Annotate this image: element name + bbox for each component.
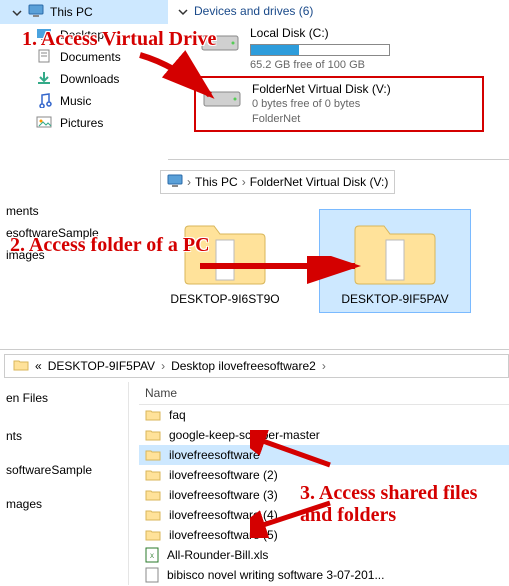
drive-v-title: FolderNet Virtual Disk (V:) — [252, 82, 391, 98]
column-header-name[interactable]: Name — [139, 382, 509, 405]
pc-icon — [167, 173, 183, 192]
folder-icon — [145, 448, 161, 462]
breadcrumb-overflow[interactable]: « — [35, 359, 42, 373]
nav-music[interactable]: Music — [0, 90, 168, 112]
sidebar-fragment[interactable]: mages — [0, 492, 128, 516]
drives-pane: Devices and drives (6) Local Disk (C:) 6… — [170, 0, 509, 160]
folder-icon — [145, 408, 161, 422]
drive-v-text: FolderNet Virtual Disk (V:) 0 bytes free… — [252, 82, 391, 126]
panel-bottom: « DESKTOP-9IF5PAV › Desktop ilovefreesof… — [0, 350, 509, 586]
list-item[interactable]: faq — [139, 405, 509, 425]
pictures-icon — [36, 114, 52, 133]
folder-label: DESKTOP-9IF5PAV — [320, 292, 470, 312]
chevron-down-icon — [178, 6, 188, 16]
folder-icon — [145, 528, 161, 542]
nav-pictures-label: Pictures — [60, 116, 103, 130]
nav-music-label: Music — [60, 94, 91, 108]
sidebar-fragment[interactable]: ments — [0, 200, 120, 222]
drive-c-sub: 65.2 GB free of 100 GB — [250, 58, 390, 72]
sidebar-fragment[interactable]: nts — [0, 424, 128, 448]
file-name: faq — [169, 408, 186, 422]
folder-icon — [180, 216, 270, 288]
folder-icon — [350, 216, 440, 288]
hdd-icon — [200, 26, 240, 56]
list-item[interactable]: bibisco novel writing software 3-07-201.… — [139, 565, 509, 585]
nav-this-pc-label: This PC — [50, 5, 93, 19]
drive-foldernet-v[interactable]: FolderNet Virtual Disk (V:) 0 bytes free… — [194, 76, 484, 132]
chevron-right-icon: › — [242, 175, 246, 189]
breadcrumb-virtual-disk[interactable]: FolderNet Virtual Disk (V:) — [250, 175, 389, 189]
documents-icon — [36, 48, 52, 67]
panel-top: This PC Desktop Documents Downloads Musi… — [0, 0, 509, 160]
breadcrumb-this-pc[interactable]: This PC — [195, 175, 238, 189]
file-name: All-Rounder-Bill.xls — [167, 548, 268, 562]
downloads-icon — [36, 70, 52, 89]
folder-grid: DESKTOP-9I6ST9O DESKTOP-9IF5PAV — [150, 210, 470, 312]
file-name: ilovefreesoftware — [169, 448, 260, 462]
pc-icon — [28, 3, 44, 22]
nav-this-pc[interactable]: This PC — [0, 0, 168, 24]
nav-documents[interactable]: Documents — [0, 46, 168, 68]
nav-desktop-label: Desktop — [60, 28, 104, 42]
list-item[interactable]: ilovefreesoftware — [139, 445, 509, 465]
file-name: ilovefreesoftware (2) — [169, 468, 278, 482]
sidebar-fragment[interactable]: en Files — [0, 386, 128, 410]
list-item[interactable]: ilovefreesoftware (3) — [139, 485, 509, 505]
devices-group-label: Devices and drives (6) — [194, 4, 313, 18]
chevron-right-icon: › — [322, 359, 326, 373]
file-list: Name faq google-keep-scraper-master ilov… — [128, 382, 509, 585]
folder-icon — [145, 508, 161, 522]
nav-pictures[interactable]: Pictures — [0, 112, 168, 134]
breadcrumb[interactable]: « DESKTOP-9IF5PAV › Desktop ilovefreesof… — [4, 354, 509, 378]
folder-desktop-9if5pav[interactable]: DESKTOP-9IF5PAV — [320, 210, 470, 312]
nav-documents-label: Documents — [60, 50, 121, 64]
folder-icon — [13, 357, 29, 376]
nav-downloads-label: Downloads — [60, 72, 119, 86]
capacity-fill — [251, 45, 299, 55]
folder-icon — [145, 488, 161, 502]
folder-label: DESKTOP-9I6ST9O — [150, 292, 300, 312]
chevron-right-icon: › — [161, 359, 165, 373]
nav-desktop[interactable]: Desktop — [0, 24, 168, 46]
breadcrumb-folder[interactable]: Desktop ilovefreesoftware2 — [171, 359, 316, 373]
folder-desktop-9i6st9o[interactable]: DESKTOP-9I6ST9O — [150, 210, 300, 312]
capacity-bar — [250, 44, 390, 56]
panel2-sidebar: ments esoftwareSample images — [0, 200, 120, 266]
sidebar-fragment[interactable]: softwareSample — [0, 458, 128, 482]
file-name: bibisco novel writing software 3-07-201.… — [167, 568, 384, 582]
hdd-icon — [202, 82, 242, 112]
chevron-down-icon — [12, 7, 22, 17]
devices-group-header[interactable]: Devices and drives (6) — [170, 0, 509, 22]
file-icon — [145, 567, 159, 583]
panel-middle: › This PC › FolderNet Virtual Disk (V:) … — [0, 160, 509, 350]
folder-icon — [145, 468, 161, 482]
file-name: ilovefreesoftware (4) — [169, 508, 278, 522]
drive-c-text: Local Disk (C:) 65.2 GB free of 100 GB — [250, 26, 390, 72]
file-name: ilovefreesoftware (3) — [169, 488, 278, 502]
drive-v-sub1: 0 bytes free of 0 bytes — [252, 97, 391, 111]
nav-downloads[interactable]: Downloads — [0, 68, 168, 90]
folder-icon — [145, 428, 161, 442]
music-icon — [36, 92, 52, 111]
list-item[interactable]: google-keep-scraper-master — [139, 425, 509, 445]
nav-tree: This PC Desktop Documents Downloads Musi… — [0, 0, 168, 160]
svg-text:X: X — [150, 554, 154, 560]
list-item[interactable]: ilovefreesoftware (4) — [139, 505, 509, 525]
chevron-right-icon: › — [187, 175, 191, 189]
panel3-sidebar: en Files nts softwareSample mages — [0, 382, 128, 585]
desktop-icon — [36, 26, 52, 45]
list-item[interactable]: ilovefreesoftware (2) — [139, 465, 509, 485]
breadcrumb-desktop-pc[interactable]: DESKTOP-9IF5PAV — [48, 359, 155, 373]
list-item[interactable]: X All-Rounder-Bill.xls — [139, 545, 509, 565]
list-item[interactable]: ilovefreesoftware (5) — [139, 525, 509, 545]
drive-local-c[interactable]: Local Disk (C:) 65.2 GB free of 100 GB — [194, 22, 484, 76]
xls-file-icon: X — [145, 547, 159, 563]
drive-v-sub2: FolderNet — [252, 112, 391, 126]
drive-c-title: Local Disk (C:) — [250, 26, 390, 42]
sidebar-fragment[interactable]: images — [0, 244, 120, 266]
breadcrumb[interactable]: › This PC › FolderNet Virtual Disk (V:) — [160, 170, 395, 194]
file-name: google-keep-scraper-master — [169, 428, 320, 442]
file-name: ilovefreesoftware (5) — [169, 528, 278, 542]
sidebar-fragment[interactable]: esoftwareSample — [0, 222, 120, 244]
